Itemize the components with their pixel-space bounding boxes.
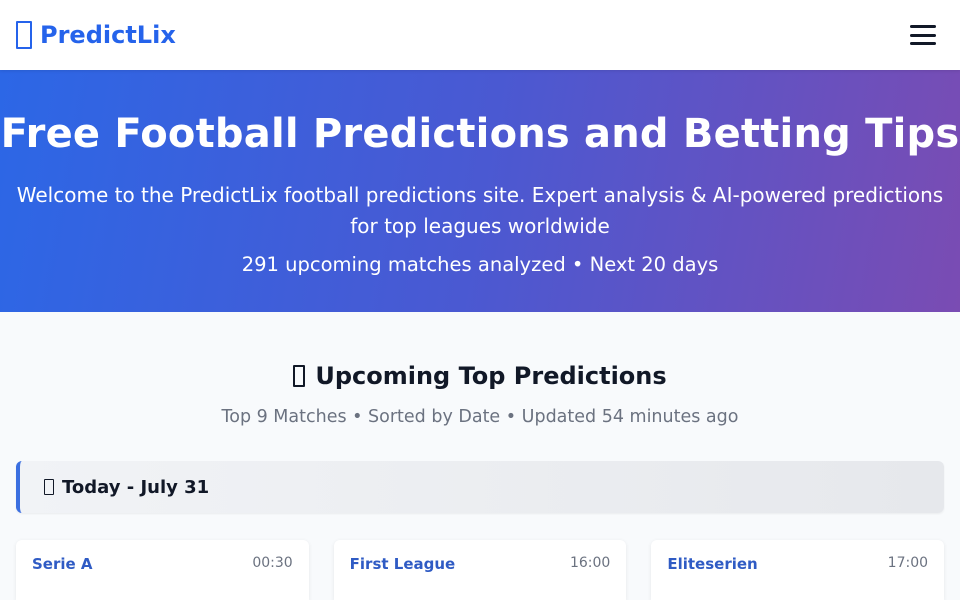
- section-title: Upcoming Top Predictions: [0, 362, 960, 390]
- box-icon: [293, 365, 306, 387]
- hamburger-menu-icon[interactable]: [910, 25, 936, 45]
- match-card[interactable]: First League 16:00: [333, 540, 627, 600]
- match-league: Eliteserien: [667, 555, 758, 573]
- hero-banner: Free Football Predictions and Betting Ti…: [0, 70, 960, 312]
- match-card[interactable]: Eliteserien 17:00: [651, 540, 945, 600]
- hero-stats: 291 upcoming matches analyzed • Next 20 …: [241, 253, 719, 276]
- match-time: 00:30: [252, 555, 293, 571]
- brand-name: PredictLix: [40, 21, 176, 49]
- match-time: 16:00: [569, 555, 611, 571]
- match-time: 17:00: [887, 555, 929, 571]
- date-group-header: Today - July 31: [16, 461, 944, 513]
- hero-title: Free Football Predictions and Betting Ti…: [0, 111, 960, 157]
- hero-lead: Welcome to the PredictLix football predi…: [16, 183, 944, 238]
- site-header: PredictLix: [0, 0, 960, 70]
- section-subtitle: Top 9 Matches • Sorted by Date • Updated…: [221, 407, 739, 427]
- match-cards: Serie A 00:30 First League 16:00 Elitese…: [16, 540, 945, 600]
- section-title-text: Upcoming Top Predictions: [315, 362, 667, 390]
- match-card[interactable]: Serie A 00:30: [16, 540, 309, 600]
- date-group-label: Today - July 31: [62, 476, 210, 498]
- brand-logo-link[interactable]: PredictLix: [16, 21, 176, 49]
- match-league: Serie A: [32, 555, 93, 573]
- box-icon: [16, 21, 32, 49]
- predictions-section: Upcoming Top Predictions Top 9 Matches •…: [0, 312, 960, 600]
- match-league: First League: [349, 555, 456, 573]
- calendar-icon: [44, 479, 54, 495]
